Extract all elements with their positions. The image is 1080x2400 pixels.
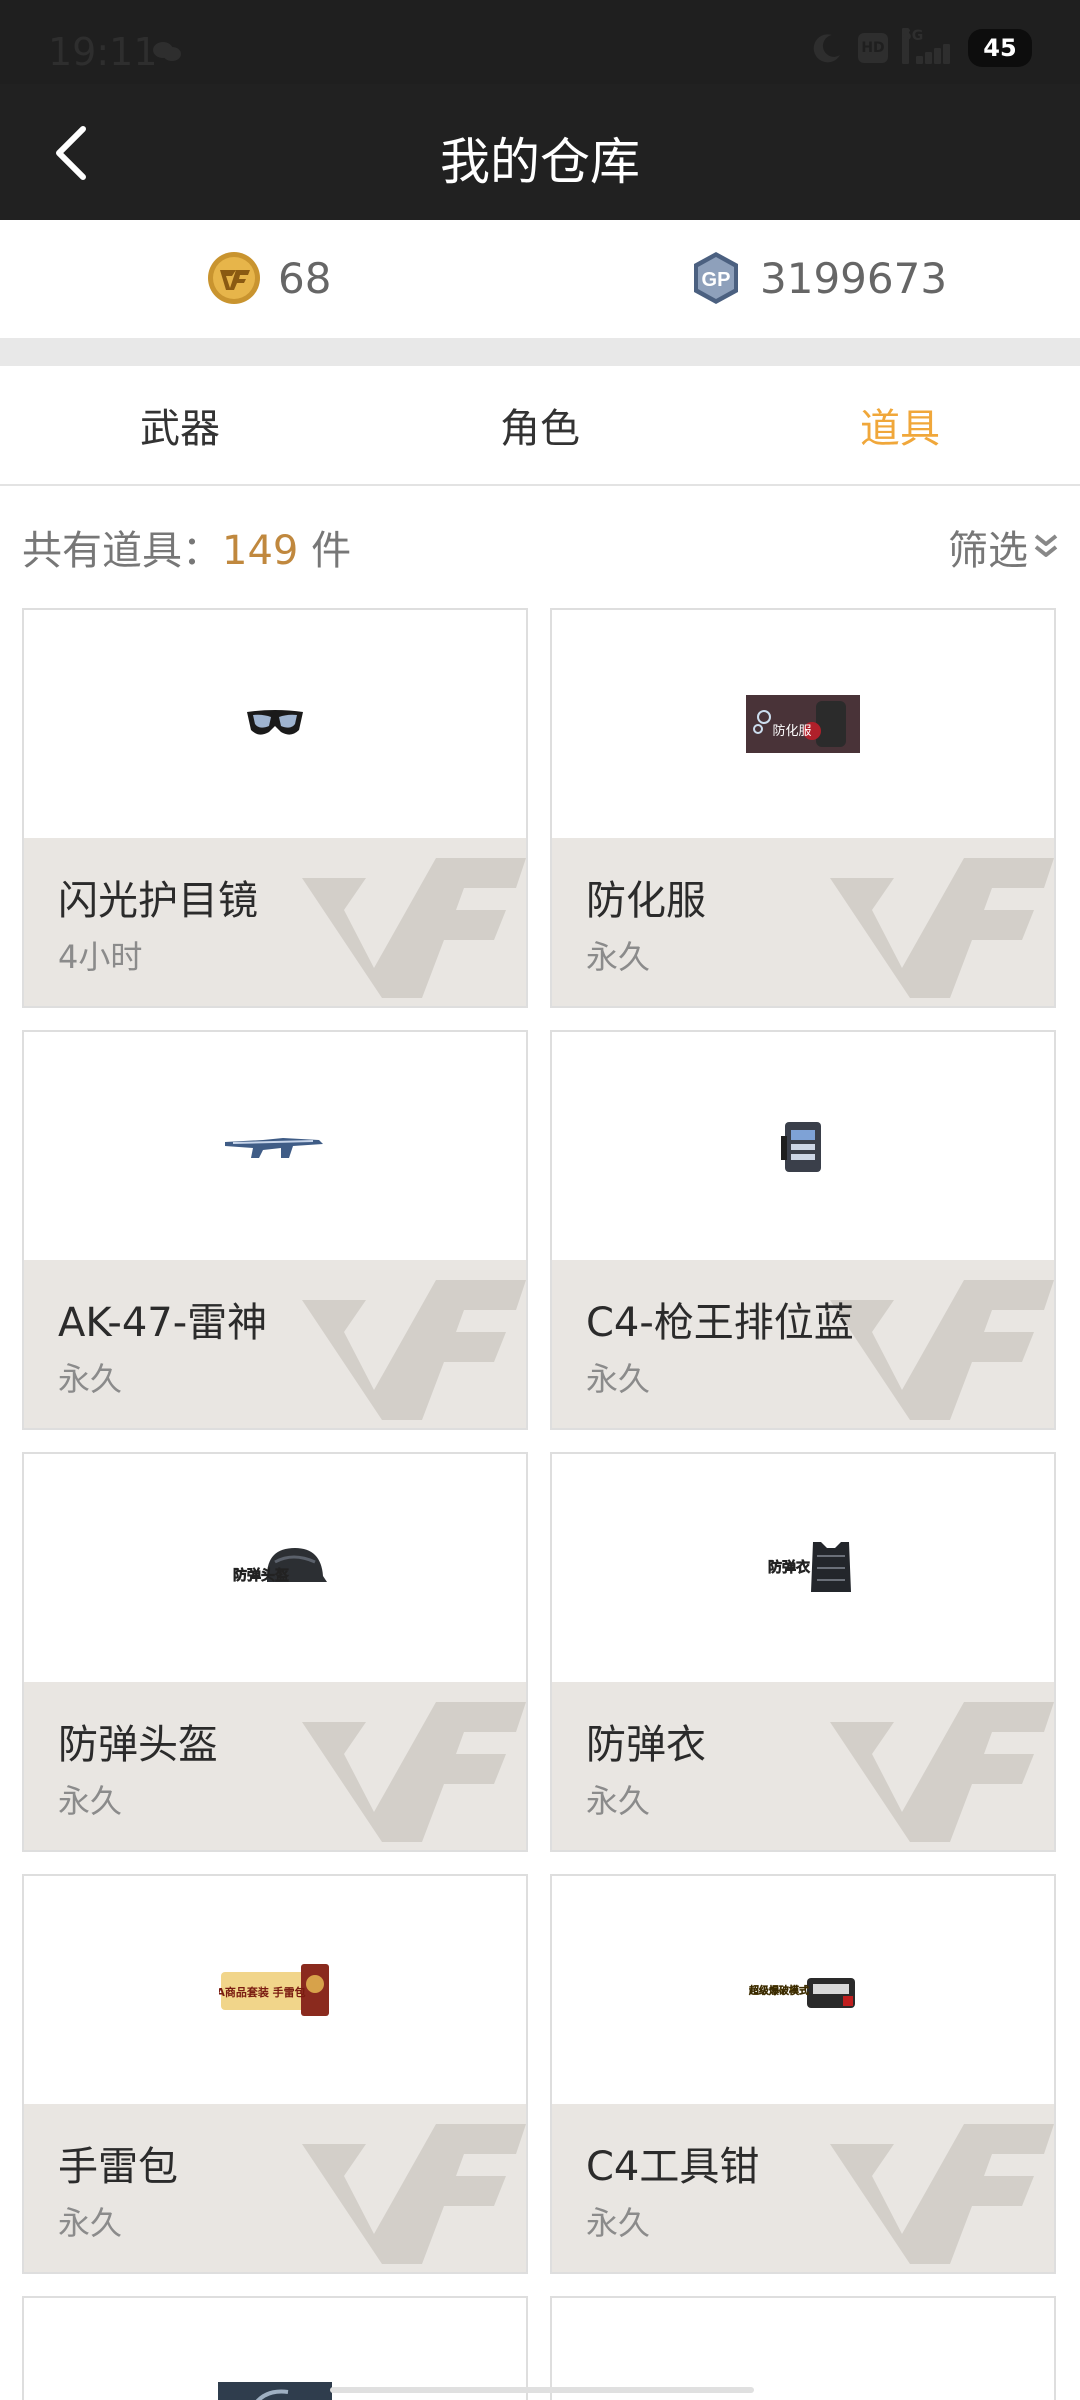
item-name: AK-47-雷神 [58, 1300, 268, 1346]
item-card[interactable]: 防弹衣 防弹衣 永久 [550, 1452, 1056, 1852]
gp-coin-label: GP [702, 269, 731, 291]
hd-icon: HD [858, 33, 888, 63]
goggles-icon [247, 710, 303, 735]
item-image-icon [218, 2382, 332, 2400]
item-count-suffix: 件 [298, 528, 352, 574]
status-icons: HD 5G 45 [810, 28, 1032, 68]
item-card[interactable]: A商品套装 手雷包 手雷包 永久 [22, 1874, 528, 2274]
app-header: 我的仓库 [0, 84, 1080, 220]
item-name: C4工具钳 [586, 2144, 760, 2190]
double-chevron-down-icon [1034, 534, 1058, 557]
cf-coin-icon [208, 252, 260, 304]
hazmat-suit-icon: 防化服 [746, 695, 860, 753]
battery-icon: 45 [968, 29, 1032, 67]
item-image: 超级爆破模式 [552, 1876, 1054, 2104]
item-info: 闪光护目镜 4小时 [24, 838, 526, 1008]
filter-label: 筛选 [948, 528, 1028, 574]
cf-points: 68 [206, 250, 331, 306]
item-info: C4工具钳 永久 [552, 2104, 1054, 2274]
tab-weapons[interactable]: 武器 [0, 366, 360, 484]
item-name: 闪光护目镜 [58, 878, 258, 924]
item-count-prefix: 共有道具： [22, 528, 222, 574]
item-duration: 永久 [586, 2204, 651, 2242]
item-info: 手雷包 永久 [24, 2104, 526, 2274]
helmet-icon: 防弹头盔 [233, 1548, 327, 1584]
item-card[interactable]: 防化服 防化服 永久 [550, 608, 1056, 1008]
item-card[interactable]: 防弹头盔 防弹头盔 永久 [22, 1452, 528, 1852]
item-duration: 永久 [586, 1782, 651, 1820]
item-card[interactable]: AK-47-雷神 永久 [22, 1030, 528, 1430]
gp-points: GP 3199673 [688, 250, 947, 306]
gp-points-value: 3199673 [760, 253, 948, 303]
item-name: 防化服 [586, 878, 706, 924]
cf-watermark-icon [824, 2114, 1054, 2274]
tab-items[interactable]: 道具 [720, 366, 1080, 484]
item-image: 防化服 [552, 610, 1054, 838]
home-indicator[interactable] [330, 2387, 754, 2393]
cf-watermark-icon [296, 1270, 526, 1430]
cf-watermark-icon [296, 1692, 526, 1852]
item-image [24, 1032, 526, 1260]
vest-icon: 防弹衣 [768, 1542, 851, 1592]
signal-icon: 5G [902, 28, 954, 64]
item-info: C4-枪王排位蓝 永久 [552, 1260, 1054, 1430]
vest-badge: 防弹衣 [768, 1559, 811, 1576]
cf-points-value: 68 [278, 253, 332, 303]
cf-watermark-icon [824, 1692, 1054, 1852]
item-duration: 永久 [586, 1360, 651, 1398]
item-info: 防弹衣 永久 [552, 1682, 1054, 1852]
summary-row: 共有道具：149 件 筛选 [0, 488, 1080, 598]
item-image [24, 610, 526, 838]
item-image-icon [780, 2394, 832, 2400]
moon-icon [813, 34, 840, 63]
item-duration: 4小时 [58, 938, 143, 976]
tab-characters[interactable]: 角色 [360, 366, 720, 484]
item-card[interactable] [550, 2296, 1056, 2400]
item-info: AK-47-雷神 永久 [24, 1260, 526, 1430]
status-time: 19:11 [48, 30, 158, 74]
item-image: 防弹衣 [552, 1454, 1054, 1682]
rifle-icon [225, 1138, 323, 1158]
item-name: C4-枪王排位蓝 [586, 1300, 854, 1346]
item-count-value: 149 [222, 528, 299, 574]
c4-pliers-badge: 超级爆破模式 [748, 1984, 809, 1997]
cf-watermark-icon [296, 2114, 526, 2274]
item-duration: 永久 [58, 1782, 123, 1820]
c4-bomb-icon [781, 1122, 821, 1172]
item-image: 防弹头盔 [24, 1454, 526, 1682]
item-duration: 永久 [58, 1360, 123, 1398]
item-card[interactable]: C4-枪王排位蓝 永久 [550, 1030, 1056, 1430]
category-tabs: 武器 角色 道具 [0, 366, 1080, 486]
cf-watermark-icon [824, 1270, 1054, 1430]
gp-coin-icon: GP [694, 252, 738, 304]
section-divider [0, 338, 1080, 366]
item-count: 共有道具：149 件 [22, 518, 351, 576]
item-name: 防弹头盔 [58, 1722, 218, 1768]
status-bar: 19:11 HD 5G 45 [0, 0, 1080, 84]
item-info: 防弹头盔 永久 [24, 1682, 526, 1852]
item-duration: 永久 [586, 938, 651, 976]
item-image: A商品套装 手雷包 [24, 1876, 526, 2104]
filter-button[interactable]: 筛选 [948, 518, 1060, 576]
item-card[interactable]: 闪光护目镜 4小时 [22, 608, 528, 1008]
item-card[interactable] [22, 2296, 528, 2400]
item-info: 防化服 永久 [552, 838, 1054, 1008]
cf-watermark-icon [824, 848, 1054, 1008]
wechat-icon [153, 42, 181, 61]
network-label: 5G [902, 28, 923, 64]
item-card[interactable]: 超级爆破模式 C4工具钳 永久 [550, 1874, 1056, 2274]
grenade-pack-badge: A商品套装 手雷包 [219, 1985, 306, 1999]
item-name: 手雷包 [58, 2144, 178, 2190]
cf-watermark-icon [296, 848, 526, 1008]
hazmat-badge: 防化服 [772, 723, 811, 739]
page-title: 我的仓库 [440, 133, 640, 191]
currency-bar: 68 GP 3199673 [0, 220, 1080, 338]
item-duration: 永久 [58, 2204, 123, 2242]
helmet-badge: 防弹头盔 [233, 1567, 289, 1584]
c4-pliers-icon: 超级爆破模式 [748, 1978, 855, 2008]
item-name: 防弹衣 [586, 1722, 706, 1768]
grenade-pack-icon: A商品套装 手雷包 [219, 1964, 329, 2016]
item-image [552, 1032, 1054, 1260]
